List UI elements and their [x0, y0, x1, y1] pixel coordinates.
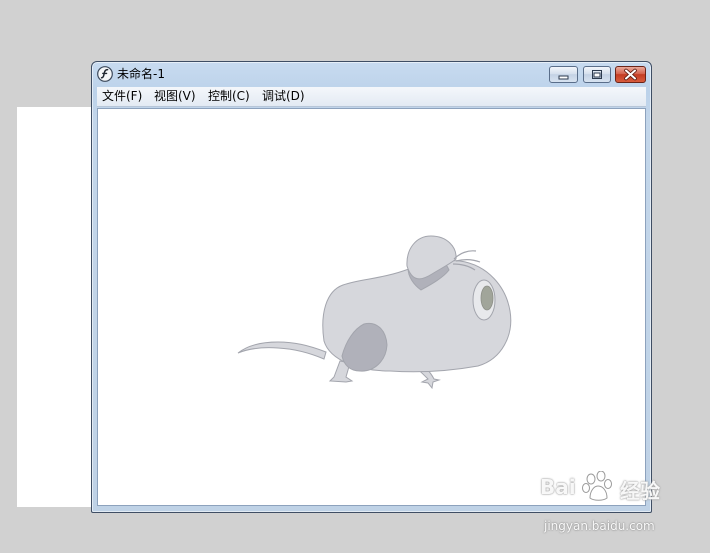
baidu-paw-icon	[582, 471, 612, 501]
minimize-button[interactable]	[549, 66, 578, 83]
stage-canvas[interactable]	[97, 108, 646, 506]
flash-player-window[interactable]: 未命名-1 文件(F) 视图(V) 控制(C) 调试(D)	[91, 61, 652, 513]
watermark-brand-left: Bai	[540, 475, 576, 499]
window-title: 未命名-1	[117, 67, 165, 81]
menu-file[interactable]: 文件(F)	[102, 89, 142, 104]
close-icon	[624, 68, 637, 81]
maximize-button[interactable]	[583, 66, 611, 83]
mouse-illustration	[237, 235, 512, 390]
close-button[interactable]	[615, 66, 646, 83]
mouse-eye-pupil	[480, 285, 494, 311]
maximize-icon	[592, 70, 602, 79]
minimize-icon	[558, 75, 569, 80]
flash-player-icon[interactable]	[97, 66, 113, 82]
background-white-panel	[17, 107, 97, 507]
baidu-jingyan-watermark: Bai 经验 jingyan.baidu.com	[540, 471, 675, 545]
title-bar[interactable]: 未命名-1	[92, 62, 651, 87]
menu-view[interactable]: 视图(V)	[154, 89, 196, 104]
menu-control[interactable]: 控制(C)	[208, 89, 250, 104]
menu-debug[interactable]: 调试(D)	[262, 89, 305, 104]
mouse-tail	[237, 341, 327, 360]
menu-bar: 文件(F) 视图(V) 控制(C) 调试(D)	[97, 87, 646, 107]
watermark-url: jingyan.baidu.com	[544, 519, 655, 533]
watermark-brand-right: 经验	[620, 479, 660, 503]
